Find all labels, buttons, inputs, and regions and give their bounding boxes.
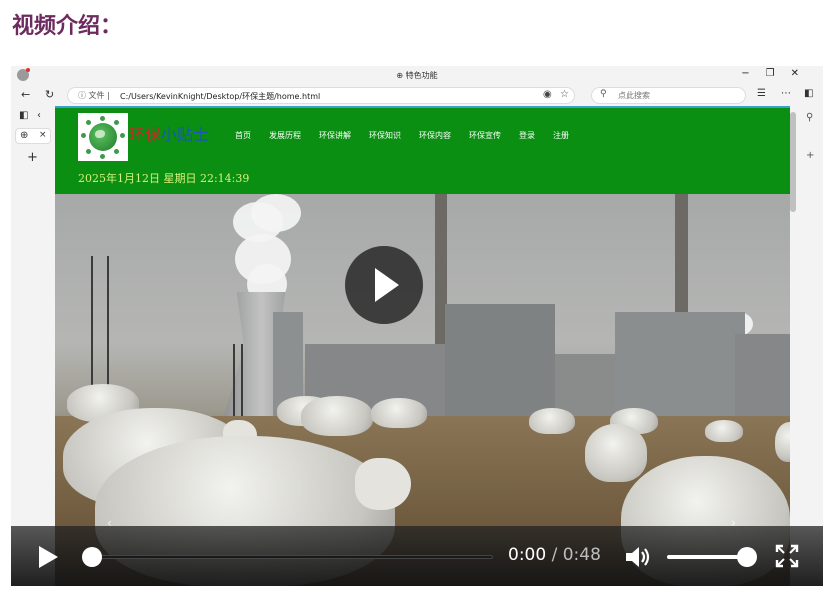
duration: 0:48 (562, 545, 601, 565)
collapse-tabs-icon[interactable]: ‹ (37, 110, 41, 121)
time-display: 0:00 / 0:48 (508, 545, 601, 565)
browser-toolbar: ← ↻ ⓘ 文件 | C:/Users/KevinKnight/Desktop/… (11, 84, 823, 106)
nav-register[interactable]: 注册 (553, 130, 569, 141)
vertical-tab-strip: ◧ ‹ ⊕ × + (11, 106, 55, 586)
sidebar-icon[interactable]: ◧ (804, 88, 813, 99)
site-name: 环保小贴士 (129, 121, 209, 145)
active-tab[interactable]: ⊕ × (15, 128, 51, 144)
play-overlay-button[interactable] (345, 246, 423, 324)
site-name-red: 环保 (129, 125, 162, 144)
volume-icon[interactable] (624, 545, 652, 569)
site-logo[interactable] (78, 113, 128, 161)
nav-home[interactable]: 首页 (235, 130, 251, 141)
more-icon[interactable]: ⋯ (781, 88, 791, 99)
read-aloud-icon[interactable]: ◉ (543, 89, 552, 100)
search-icon: ⚲ (600, 89, 607, 99)
close-tab-icon[interactable]: × (39, 130, 47, 140)
star-icon[interactable]: ☆ (560, 89, 569, 100)
video-controls: 0:00 / 0:48 (11, 526, 823, 586)
search-icon[interactable]: ⚲ (806, 112, 813, 123)
restore-button[interactable]: ❐ (766, 68, 791, 79)
browser-tab-title: 特色功能 (405, 71, 438, 80)
tab-actions-icon[interactable]: ◧ (19, 110, 28, 121)
scrollbar[interactable] (790, 112, 796, 212)
address-scheme-label: 文件 (88, 91, 105, 100)
nav-content[interactable]: 环保内容 (419, 130, 451, 141)
nav-explain[interactable]: 环保讲解 (319, 130, 351, 141)
address-url[interactable]: C:/Users/KevinKnight/Desktop/环保主题/home.h… (120, 91, 320, 102)
browser-titlebar: ⊕ 特色功能 −❐✕ (11, 66, 823, 84)
site-nav: 首页 发展历程 环保讲解 环保知识 环保内容 环保宣传 登录 注册 (235, 130, 587, 141)
nav-login[interactable]: 登录 (519, 130, 535, 141)
add-icon[interactable]: + (806, 150, 814, 161)
web-page: 环保小贴士 首页 发展历程 环保讲解 环保知识 环保内容 环保宣传 登录 注册 2025年1月… (55, 106, 790, 586)
earth-icon (89, 123, 117, 151)
nav-knowledge[interactable]: 环保知识 (369, 130, 401, 141)
favorites-icon[interactable]: ☰ (757, 88, 766, 99)
volume-thumb[interactable] (737, 547, 757, 567)
info-icon[interactable]: ⓘ 文件 | (78, 90, 110, 101)
volume-slider[interactable] (667, 555, 747, 559)
refresh-icon[interactable]: ↻ (45, 88, 54, 101)
video-player[interactable]: ⊕ 特色功能 −❐✕ ← ↻ ⓘ 文件 | C:/Users/KevinKnig… (11, 66, 823, 586)
play-icon[interactable] (39, 546, 58, 568)
edge-sidebar: ⚲ + (801, 106, 823, 586)
search-box[interactable]: ⚲ (591, 87, 746, 104)
search-input[interactable] (618, 91, 738, 100)
page-heading: 视频介绍： (12, 14, 123, 39)
back-arrow-icon[interactable]: ← (21, 88, 30, 101)
globe-icon: ⊕ (20, 130, 29, 141)
new-tab-icon[interactable]: + (27, 150, 38, 165)
nav-history[interactable]: 发展历程 (269, 130, 301, 141)
globe-icon: ⊕ (396, 71, 404, 80)
progress-thumb[interactable] (82, 547, 102, 567)
site-name-blue: 小贴士 (161, 125, 210, 144)
fullscreen-icon[interactable] (775, 544, 799, 568)
current-time: 0:00 (508, 545, 547, 565)
time-separator: / (551, 545, 558, 565)
nav-promotion[interactable]: 环保宣传 (469, 130, 501, 141)
minimize-button[interactable]: − (741, 68, 765, 79)
address-bar[interactable]: ⓘ 文件 | C:/Users/KevinKnight/Desktop/环保主题… (67, 87, 575, 104)
close-button[interactable]: ✕ (791, 68, 815, 79)
progress-bar[interactable] (91, 555, 493, 559)
site-datetime: 2025年1月12日 星期日 22:14:39 (78, 172, 250, 185)
site-header: 环保小贴士 首页 发展历程 环保讲解 环保知识 环保内容 环保宣传 登录 注册 2025年1月… (55, 106, 790, 194)
